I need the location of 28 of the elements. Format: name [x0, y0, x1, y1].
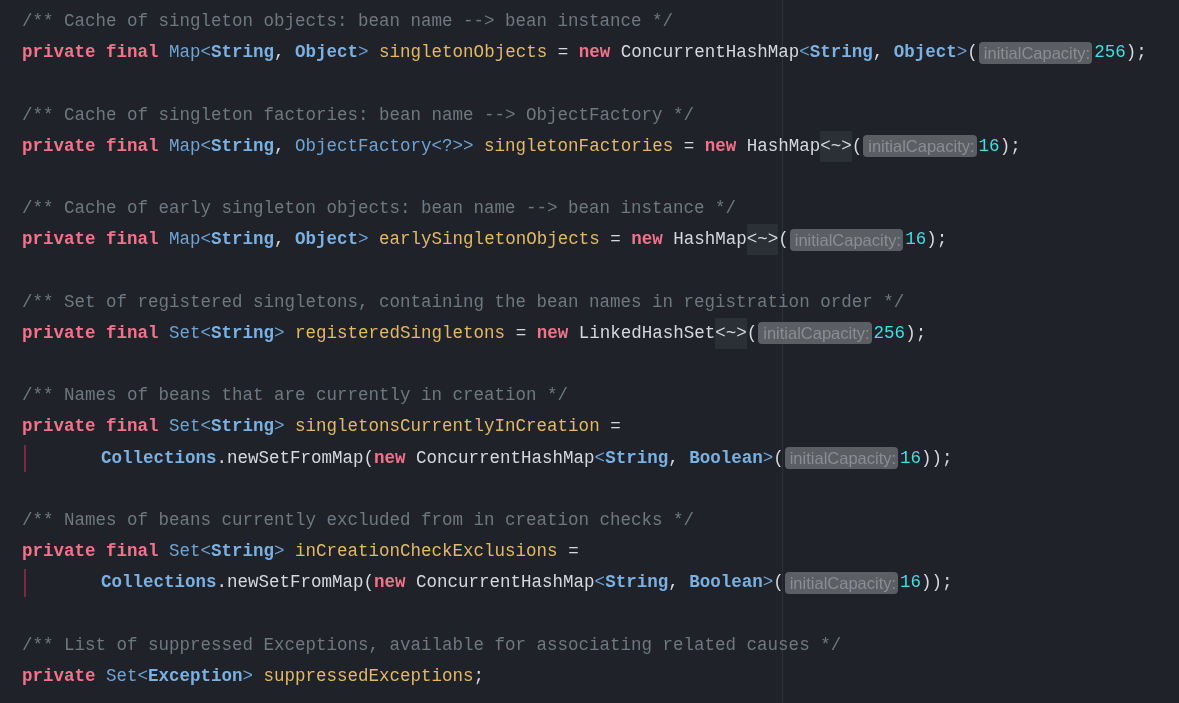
- code-comment: /** Cache of singleton objects: bean name --> bean instance */: [22, 10, 674, 33]
- code-text: (: [851, 134, 863, 158]
- code-text: 16));: [900, 571, 953, 595]
- code-comment: /** Names of beans currently excluded from in creation checks */: [22, 509, 695, 532]
- code-text: private final Set<String> registeredSingletons = new LinkedHashSet: [22, 321, 716, 345]
- code-text: private final Map<String, ObjectFactory<?>> singletonFactories = new HashMap: [22, 134, 821, 158]
- code-text: Collections.newSetFromMap(new ConcurrentHashMap<String, Boolean>(: [101, 571, 784, 595]
- code-text: 16);: [905, 228, 948, 252]
- code-comment: /** List of suppressed Exceptions, available for associating related causes */: [22, 633, 842, 657]
- code-text: private final Map<String, Object> earlySingletonObjects = new HashMap: [22, 228, 747, 252]
- code-comment: /** Names of beans that are currently in creation */: [22, 384, 569, 408]
- code-text: Collections.newSetFromMap(new ConcurrentHashMap<String, Boolean>(: [101, 446, 784, 470]
- code-text: 16));: [900, 446, 953, 470]
- code-text: private final Map<String, Object> singletonObjects = new ConcurrentHashMap<String, Object>(: [22, 41, 978, 65]
- code-text: private final Set<String> singletonsCurrentlyInCreation =: [22, 415, 621, 439]
- code-text: private final Set<String> inCreationCheckExclusions =: [22, 540, 579, 564]
- code-text: 256);: [1094, 41, 1147, 65]
- code-text: (: [778, 228, 789, 252]
- folded-type-arguments[interactable]: <~>: [715, 317, 747, 349]
- code-comment: /** Set of registered singletons, containing the bean names in registration order */: [22, 290, 905, 314]
- code-text: private Set<Exception> suppressedExceptions;: [22, 664, 485, 688]
- folded-type-arguments[interactable]: <~>: [820, 130, 852, 162]
- code-comment: /** Cache of early singleton objects: bean name --> bean instance */: [22, 197, 737, 221]
- code-text: (: [746, 321, 758, 345]
- code-comment: /** Cache of singleton factories: bean name --> ObjectFactory */: [22, 103, 695, 127]
- folded-type-arguments[interactable]: <~>: [746, 224, 779, 256]
- code-text: 16);: [978, 134, 1021, 158]
- code-text: 256);: [873, 321, 927, 345]
